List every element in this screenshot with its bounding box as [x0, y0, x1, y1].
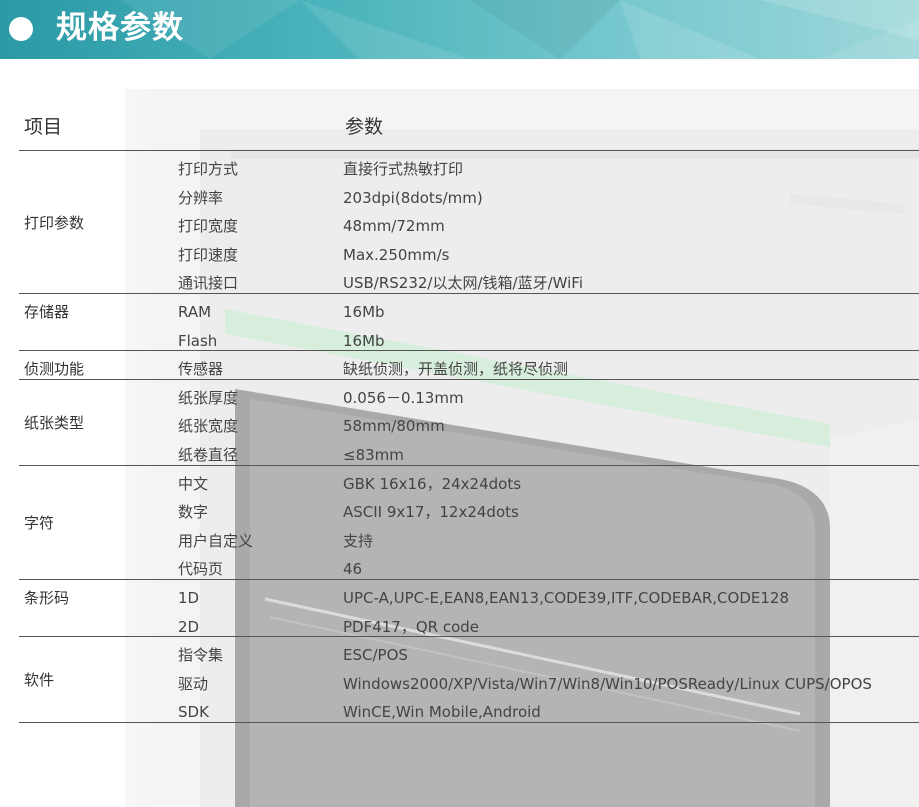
- spec-value: 48mm/72mm: [343, 217, 445, 236]
- spec-key: 2D: [178, 617, 200, 636]
- group-divider: [19, 350, 919, 352]
- spec-key: 1D: [178, 589, 200, 607]
- group-label: 软件: [24, 671, 55, 690]
- spec-table: 项目 参数 打印参数 打印方式 直接行式热敏打印分辨率 203dpi(8dots/mm…: [0, 0, 919, 807]
- spec-value: 0.056－0.13mm: [343, 388, 464, 407]
- spec-value: ≤83mm: [343, 446, 404, 464]
- group-label: 条形码: [24, 589, 70, 607]
- spec-value: GBK 16x16，24x24dots: [343, 474, 522, 493]
- spec-key: 打印宽度: [178, 217, 239, 236]
- spec-value: ASCII 9x17，12x24dots: [343, 503, 519, 522]
- spec-key: 传感器: [178, 360, 224, 379]
- column-header-item: 项目: [24, 116, 63, 138]
- group-label: 存储器: [24, 303, 70, 321]
- group-label: 纸张类型: [24, 413, 85, 432]
- spec-value: ESC/POS: [343, 646, 408, 665]
- spec-value: 支持: [343, 531, 374, 550]
- spec-key: RAM: [178, 303, 212, 321]
- group-divider: [19, 378, 919, 380]
- spec-key: 打印方式: [178, 160, 239, 178]
- spec-key: 纸张宽度: [178, 417, 239, 436]
- group-divider: [19, 722, 919, 723]
- spec-key: 代码页: [178, 560, 224, 579]
- spec-value: UPC-A,UPC-E,EAN8,EAN13,CODE39,ITF,CODEBA…: [343, 589, 789, 607]
- group-label: 打印参数: [24, 213, 85, 232]
- spec-key: 分辨率: [178, 188, 224, 207]
- group-divider: [19, 293, 919, 294]
- spec-value: USB/RS232/以太网/钱箱/蓝牙/WiFi: [343, 274, 584, 293]
- spec-value: 缺纸侦测，开盖侦测，纸将尽侦测: [343, 360, 569, 379]
- spec-key: 纸张厚度: [178, 388, 239, 407]
- group-label: 字符: [24, 513, 55, 532]
- spec-value: 16Mb: [343, 331, 385, 350]
- spec-key: 驱动: [178, 674, 209, 693]
- column-header-param: 参数: [345, 116, 384, 138]
- spec-key: 中文: [178, 474, 209, 493]
- spec-value: Windows2000/XP/Vista/Win7/Win8/Win10/POS…: [343, 674, 872, 693]
- spec-value: Max.250mm/s: [343, 245, 450, 264]
- spec-value: 直接行式热敏打印: [343, 160, 464, 178]
- table-header-divider: [19, 150, 919, 151]
- spec-value: 203dpi(8dots/mm): [343, 188, 483, 207]
- spec-value: 16Mb: [343, 303, 385, 321]
- spec-key: 纸卷直径: [178, 446, 239, 464]
- spec-value: WinCE,Win Mobile,Android: [343, 703, 541, 722]
- group-divider: [19, 464, 919, 466]
- spec-key: 数字: [178, 503, 209, 522]
- spec-key: SDK: [178, 703, 209, 722]
- group-label: 侦测功能: [24, 360, 85, 379]
- group-divider: [19, 579, 919, 580]
- spec-value: 46: [343, 560, 363, 579]
- group-divider: [19, 636, 919, 638]
- spec-key: Flash: [178, 331, 218, 350]
- spec-key: 用户自定义: [178, 531, 254, 550]
- spec-key: 打印速度: [178, 245, 239, 264]
- spec-key: 指令集: [178, 646, 224, 665]
- spec-value: PDF417，QR code: [343, 617, 480, 636]
- spec-value: 58mm/80mm: [343, 417, 445, 436]
- spec-key: 通讯接口: [178, 274, 239, 293]
